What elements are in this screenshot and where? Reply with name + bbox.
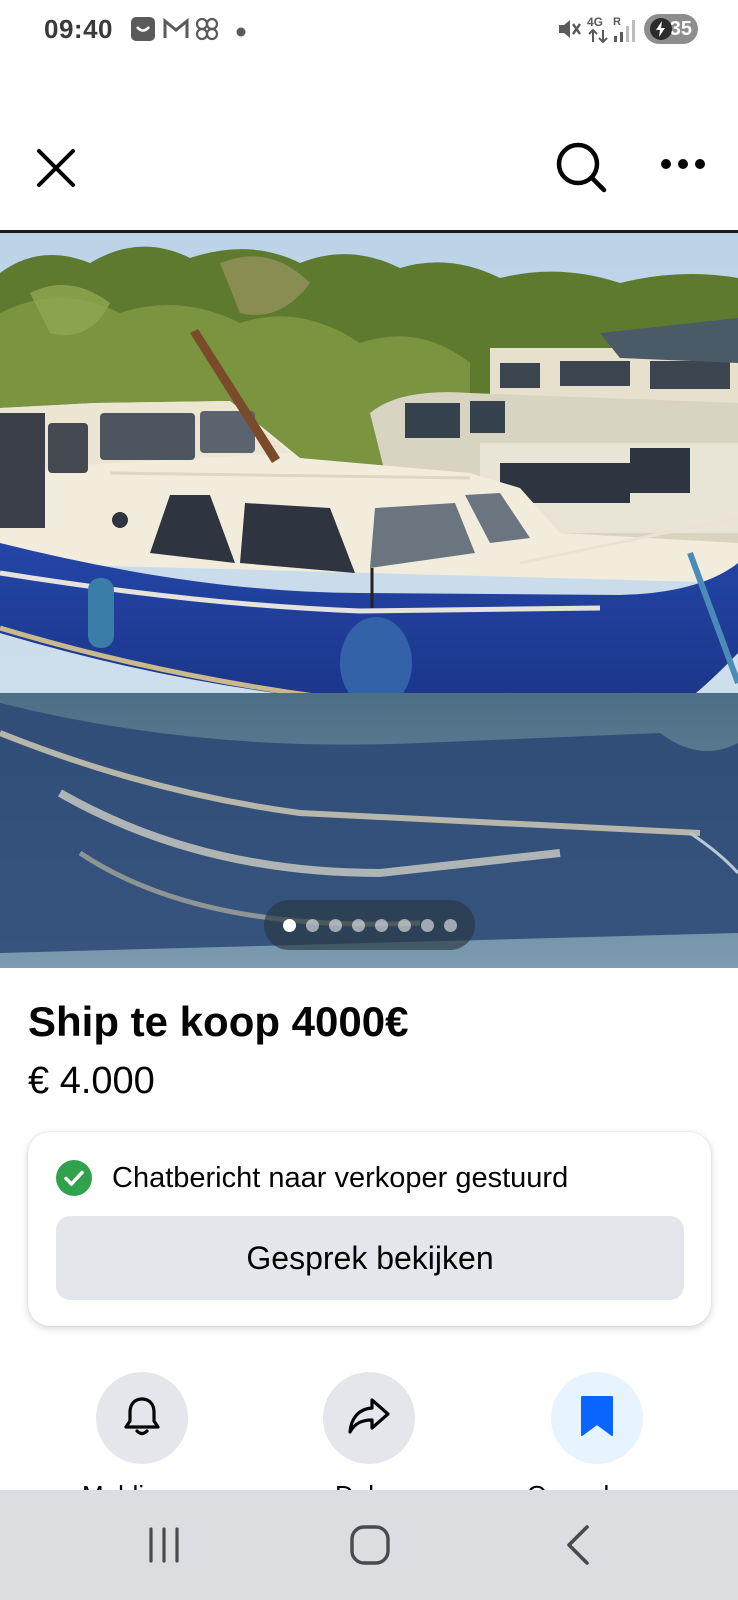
signal-bars-icon: R (612, 14, 638, 49)
pager-dot[interactable] (328, 918, 342, 932)
4g-signal-icon: 4G (586, 14, 612, 49)
recent-apps-icon[interactable] (134, 1490, 194, 1600)
pager-dot[interactable] (282, 918, 296, 932)
boat-image (0, 233, 738, 968)
pinwheel-icon (194, 16, 220, 47)
bell-icon (120, 1394, 164, 1443)
pager-dot[interactable] (397, 918, 411, 932)
message-status-text: Chatbericht naar verkoper gestuurd (112, 1162, 569, 1194)
system-nav-bar (0, 1490, 738, 1600)
battery-indicator: 35 (644, 14, 698, 44)
home-icon[interactable] (340, 1490, 400, 1600)
share-icon (346, 1394, 392, 1443)
close-icon[interactable] (34, 146, 78, 195)
notifications-button[interactable] (96, 1372, 188, 1464)
message-sent-card: Chatbericht naar verkoper gestuurd Gespr… (28, 1132, 711, 1326)
listing-price: € 4.000 (28, 1060, 155, 1102)
listing-title: Ship te koop 4000€ (28, 998, 409, 1045)
notification-app-icon (130, 16, 156, 47)
status-time: 09:40 (44, 14, 113, 44)
app-bar (0, 120, 738, 230)
pager-dot[interactable] (374, 918, 388, 932)
gmail-icon (162, 16, 190, 47)
pager-dot[interactable] (420, 918, 434, 932)
dot-icon (236, 24, 246, 42)
check-circle-icon (56, 1160, 92, 1196)
svg-text:R: R (613, 16, 621, 28)
battery-charging-icon (650, 18, 672, 40)
more-options-icon[interactable] (660, 156, 706, 177)
photo-pager[interactable] (264, 900, 475, 950)
pager-dot[interactable] (351, 918, 365, 932)
status-bar: 09:40 4G R 35 (0, 0, 738, 60)
action-row: Meldingen Delen Opgeslagen (0, 1372, 738, 1510)
view-conversation-button[interactable]: Gesprek bekijken (56, 1216, 684, 1300)
back-icon[interactable] (548, 1490, 608, 1600)
listing-photo[interactable] (0, 233, 738, 968)
saved-button[interactable] (551, 1372, 643, 1464)
pager-dot[interactable] (443, 918, 457, 932)
svg-text:4G: 4G (587, 15, 603, 29)
search-icon[interactable] (554, 140, 610, 201)
share-button[interactable] (323, 1372, 415, 1464)
mute-icon (556, 16, 582, 47)
pager-dot[interactable] (305, 918, 319, 932)
bookmark-icon (579, 1394, 615, 1443)
battery-level: 35 (669, 17, 692, 40)
